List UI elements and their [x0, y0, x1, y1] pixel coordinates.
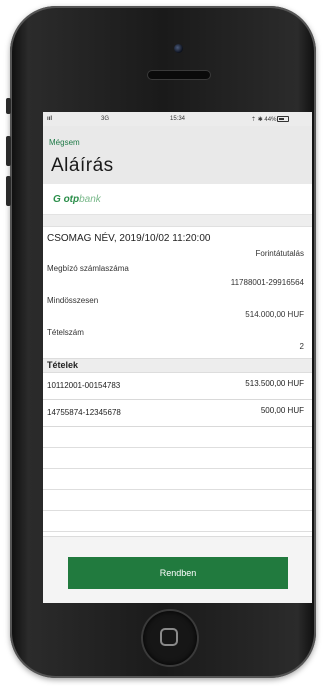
mute-switch: [6, 98, 11, 114]
empty-list-row: [43, 490, 312, 511]
home-square-icon: [160, 628, 178, 646]
item-amount: 513.500,00 HUF: [245, 379, 304, 388]
logo-text-sub: bank: [79, 194, 101, 205]
signal-icon: ııl: [47, 116, 53, 122]
package-summary: CSOMAG NÉV, 2019/10/02 11:20:00 Forintát…: [43, 227, 312, 262]
item-amount: 500,00 HUF: [260, 406, 304, 415]
detail-row-total: Mindösszesen 514.000,00 HUF: [43, 294, 312, 326]
empty-list-row: [43, 469, 312, 490]
list-item[interactable]: 14755874-12345678 500,00 HUF: [43, 400, 312, 427]
status-bar: ııl 3G 15:34 ⇡ ✱ 44%: [43, 112, 312, 126]
phone-frame: ııl 3G 15:34 ⇡ ✱ 44% Mégsem Aláírás G ot…: [6, 6, 316, 678]
footer-bar: Rendben: [43, 536, 312, 603]
detail-value: 11788001-29916564: [230, 278, 304, 287]
page-title: Aláírás: [51, 155, 114, 176]
volume-up-button: [6, 136, 11, 166]
section-divider: [43, 215, 312, 227]
items-section-header: Tételek: [43, 358, 312, 373]
network-type: 3G: [101, 116, 110, 122]
logo-text-main: otp: [63, 194, 80, 205]
item-account: 14755874-12345678: [47, 408, 121, 417]
ok-button[interactable]: Rendben: [68, 557, 288, 589]
volume-down-button: [6, 176, 11, 206]
nav-header: Mégsem Aláírás: [43, 126, 312, 184]
detail-value: 2: [299, 342, 304, 351]
detail-row-count: Tételszám 2: [43, 326, 312, 358]
earpiece-speaker: [148, 71, 210, 79]
cancel-link[interactable]: Mégsem: [49, 138, 80, 147]
item-account: 10112001-00154783: [47, 381, 121, 390]
front-camera: [174, 44, 183, 53]
empty-list-row: [43, 427, 312, 448]
detail-label: Megbízó számlaszáma: [47, 264, 129, 273]
transfer-type: Forintátutalás: [255, 249, 304, 258]
otp-mark-icon: G: [53, 194, 61, 205]
empty-list-row: [43, 448, 312, 469]
battery-icon: [277, 116, 289, 122]
detail-label: Mindösszesen: [47, 296, 99, 305]
logo-bar: G otpbank: [43, 184, 312, 215]
clock: 15:34: [170, 116, 186, 122]
screen: ııl 3G 15:34 ⇡ ✱ 44% Mégsem Aláírás G ot…: [43, 112, 312, 603]
status-icons: ⇡ ✱ 44%: [251, 117, 277, 123]
detail-row-account: Megbízó számlaszáma 11788001-29916564: [43, 262, 312, 294]
list-item[interactable]: 10112001-00154783 513.500,00 HUF: [43, 373, 312, 400]
otpbank-logo: G otpbank: [53, 194, 101, 205]
empty-list-row: [43, 511, 312, 532]
home-button[interactable]: [143, 611, 197, 665]
package-name: CSOMAG NÉV, 2019/10/02 11:20:00: [47, 233, 211, 244]
detail-value: 514.000,00 HUF: [245, 310, 304, 319]
detail-label: Tételszám: [47, 328, 84, 337]
